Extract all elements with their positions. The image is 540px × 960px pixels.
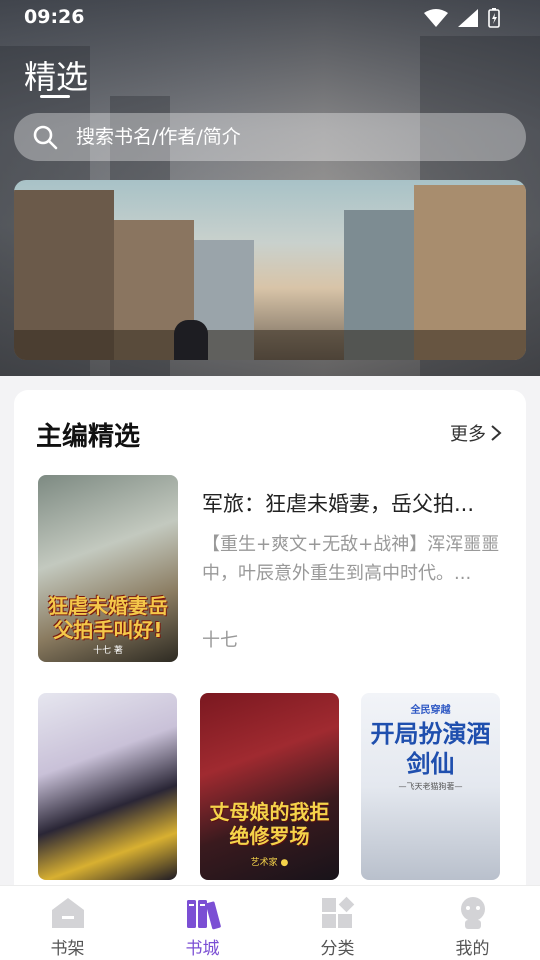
tab-label: 书架 [50,939,85,959]
featured-cover-title: 狂虐未婚妻岳父拍手叫好! [48,594,168,642]
bookshelf-icon [51,898,84,928]
tab-label: 书城 [185,939,220,959]
status-bar: 09:26 [0,0,540,34]
featured-book-cover[interactable]: 狂虐未婚妻岳父拍手叫好! 十七 著 [38,475,178,662]
featured-book-author: 十七 [202,630,238,651]
tab-label: 我的 [455,939,490,959]
bookstore-icon [186,900,221,930]
status-icons [424,8,500,28]
book-cover-badge: 全民穿越 [410,705,451,716]
more-label: 更多 [450,424,486,445]
category-icon [321,896,354,928]
featured-cover-author: 十七 著 [93,646,123,656]
search-input[interactable] [76,126,476,148]
title-underline [40,95,70,98]
chevron-right-icon [491,425,502,441]
book-cover-title: 开局扮演酒剑仙 [370,720,491,778]
profile-icon [460,897,485,929]
promo-banner[interactable] [14,180,526,360]
battery-icon [488,8,500,28]
page-title: 精选 [24,58,89,96]
featured-book-title[interactable]: 军旅：狂虐未婚妻，岳父拍... [202,488,502,518]
tab-label: 分类 [320,939,355,959]
book-cover[interactable]: 丈母娘的我拒绝修罗场 艺术家 ● [200,693,339,880]
tab-category[interactable]: 分类 [270,886,405,960]
more-link[interactable]: 更多 [450,420,502,446]
search-icon [33,125,58,150]
search-bar[interactable] [14,113,526,161]
signal-icon [458,9,478,27]
tab-bookstore[interactable]: 书城 [135,886,270,960]
book-cover-author: —飞天老猫狗著— [398,782,463,791]
bottom-tab-bar: 书架 书城 分类 我的 [0,885,540,960]
status-time: 09:26 [24,6,85,28]
book-cover[interactable] [38,693,177,880]
tab-profile[interactable]: 我的 [405,886,540,960]
wifi-icon [424,9,448,27]
featured-book-description: 【重生+爽文+无敌+战神】浑浑噩噩中，叶辰意外重生到高中时代。... [202,534,500,584]
book-cover-title: 丈母娘的我拒绝修罗场 [209,800,330,848]
section-title: 主编精选 [36,422,141,452]
tab-bookshelf[interactable]: 书架 [0,886,135,960]
book-cover-author: 艺术家 ● [250,858,289,868]
editor-picks-card: 主编精选 更多 狂虐未婚妻岳父拍手叫好! 十七 著 军旅：狂虐未婚妻，岳父拍..… [14,390,526,900]
book-cover[interactable]: 全民穿越 开局扮演酒剑仙 —飞天老猫狗著— [361,693,500,880]
